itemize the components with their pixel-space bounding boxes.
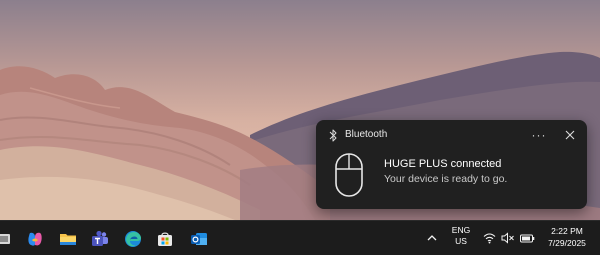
task-view-button[interactable] [0, 226, 16, 252]
bluetooth-icon [328, 129, 338, 142]
copilot-icon [28, 232, 42, 246]
copilot-button[interactable] [22, 226, 48, 252]
clock-time: 2:22 PM [551, 226, 583, 236]
language-code: ENG [451, 225, 471, 235]
microsoft-store-button[interactable] [152, 226, 178, 252]
outlook-button[interactable] [186, 226, 212, 252]
outlook-icon [191, 233, 207, 245]
clock[interactable]: 2:22 PM 7/29/2025 [538, 225, 596, 252]
toast-header: Bluetooth ··· [316, 120, 587, 150]
toast-message: Your device is ready to go. [384, 173, 508, 185]
more-options-button[interactable]: ··· [529, 126, 549, 144]
mouse-icon [334, 152, 364, 198]
file-explorer-button[interactable] [55, 226, 81, 252]
battery-icon [520, 231, 535, 249]
close-icon [565, 130, 575, 140]
close-button[interactable] [561, 126, 579, 144]
edge-button[interactable] [120, 226, 146, 252]
volume-muted-icon [501, 231, 515, 249]
chevron-up-icon [427, 235, 437, 241]
store-icon [158, 232, 172, 246]
toast-app-name: Bluetooth [345, 129, 388, 140]
bluetooth-notification-toast[interactable]: Bluetooth ··· HUGE PLUS connected Your d… [316, 120, 587, 209]
wifi-icon [483, 231, 496, 249]
language-indicator[interactable]: ENG US [446, 225, 476, 252]
clock-date: 7/29/2025 [548, 238, 586, 248]
system-status-button[interactable] [480, 229, 538, 247]
language-region: US [455, 236, 467, 246]
folder-icon [60, 234, 76, 245]
teams-button[interactable] [87, 226, 113, 252]
edge-icon [125, 231, 141, 247]
task-view-icon [0, 234, 10, 244]
show-hidden-icons-button[interactable] [424, 229, 440, 247]
toast-title: HUGE PLUS connected [384, 158, 502, 170]
teams-icon [92, 230, 108, 246]
taskbar: ENG US 2:22 PM 7/29/2025 [0, 220, 600, 255]
